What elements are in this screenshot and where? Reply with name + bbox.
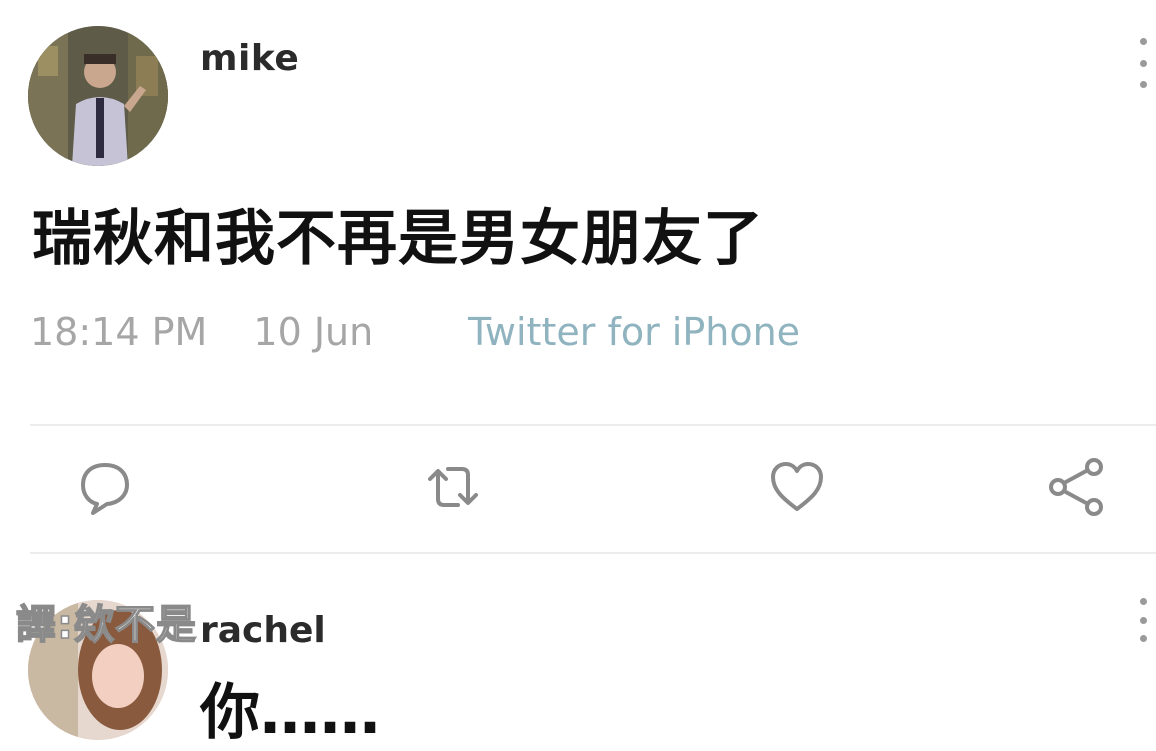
username[interactable]: mike	[200, 38, 299, 79]
share-button[interactable]	[1042, 452, 1112, 522]
reply-button[interactable]	[70, 452, 140, 522]
retweet-button[interactable]	[418, 452, 488, 522]
tweet-time: 18:14 PM	[30, 310, 208, 354]
more-options-icon[interactable]	[1136, 598, 1150, 642]
tweet-card: mike 瑞秋和我不再是男女朋友了 18:14 PM 10 Jun Twitte…	[0, 0, 1156, 560]
divider	[30, 424, 1156, 426]
divider	[30, 552, 1156, 554]
avatar-photo	[28, 26, 168, 166]
avatar[interactable]	[28, 26, 168, 166]
like-button[interactable]	[762, 452, 832, 522]
retweet-icon	[428, 467, 478, 507]
tweet-meta: 18:14 PM 10 Jun Twitter for iPhone	[30, 310, 800, 354]
reply-icon	[81, 463, 129, 515]
like-icon	[771, 462, 823, 511]
reply-text: 你……	[200, 678, 380, 748]
tweet-text: 瑞秋和我不再是男女朋友了	[32, 204, 764, 274]
watermark: 譯:欸不是	[15, 601, 197, 649]
more-options-icon[interactable]	[1136, 38, 1150, 88]
tweet-source[interactable]: Twitter for iPhone	[468, 310, 800, 354]
share-icon	[1049, 458, 1103, 516]
tweet-date: 10 Jun	[253, 310, 374, 354]
username[interactable]: rachel	[200, 610, 326, 651]
action-bar	[0, 452, 1156, 528]
